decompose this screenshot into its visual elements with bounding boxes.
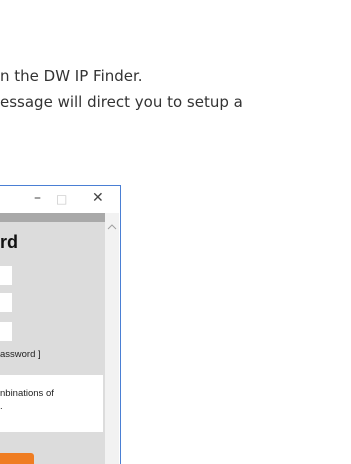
info-line-1: nbinations of	[0, 388, 54, 399]
password-setup-window: – □ ✕ rd assword ] nbinations of .	[0, 185, 121, 464]
password-field[interactable]	[0, 293, 12, 312]
page-heading: rd	[0, 232, 18, 252]
info-line-2: .	[0, 401, 3, 412]
submit-button[interactable]	[0, 453, 34, 464]
chevron-up-icon[interactable]	[107, 223, 117, 231]
instruction-line-2: essage will direct you to setup a	[0, 93, 243, 111]
confirm-password-field[interactable]	[0, 322, 12, 341]
info-box: nbinations of .	[0, 375, 103, 432]
window-header-bar	[0, 213, 105, 222]
window-titlebar: – □ ✕	[0, 186, 119, 212]
username-field[interactable]	[0, 266, 12, 285]
vertical-scrollbar[interactable]	[105, 213, 119, 464]
maximize-button[interactable]: □	[56, 190, 67, 208]
minimize-button[interactable]: –	[34, 189, 41, 207]
password-hint: assword ]	[0, 349, 41, 360]
info-text: nbinations of .	[0, 387, 54, 413]
instruction-line-1: n the DW IP Finder.	[0, 67, 143, 85]
close-button[interactable]: ✕	[92, 189, 104, 207]
